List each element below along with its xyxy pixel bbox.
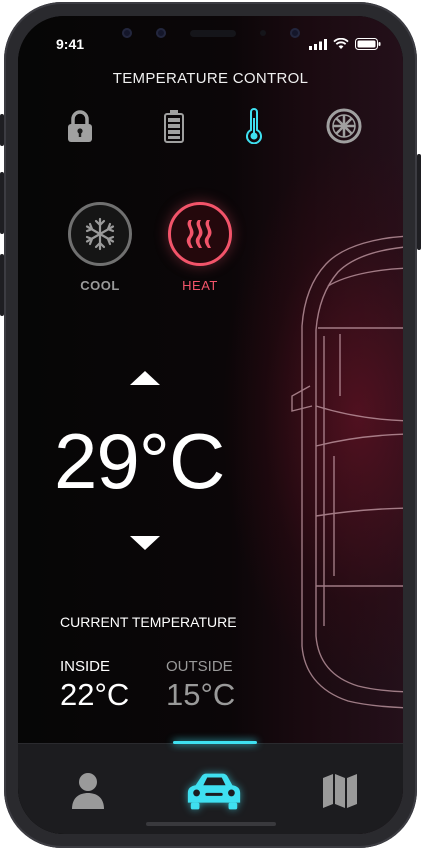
inside-value: 22°C <box>60 677 130 712</box>
volume-down-button <box>0 254 4 316</box>
outside-value: 15°C <box>166 677 236 712</box>
tab-car[interactable] <box>184 766 244 816</box>
heat-mode-ring <box>168 202 232 266</box>
car-outline-image <box>291 235 403 709</box>
volume-up-button <box>0 172 4 234</box>
lock-tab[interactable] <box>60 106 100 146</box>
snowflake-icon <box>85 217 115 251</box>
tab-profile[interactable] <box>58 766 118 816</box>
battery-tab[interactable] <box>154 106 194 146</box>
signal-icon <box>309 38 327 50</box>
thermometer-icon <box>246 108 262 144</box>
profile-icon <box>72 773 104 809</box>
lock-icon <box>68 110 92 142</box>
active-tab-indicator <box>173 741 257 744</box>
phone-frame: 9:41 TEMPERATURE CONTROL COOL HEAT 29°C … <box>0 2 421 848</box>
increase-temperature-button[interactable] <box>130 371 160 385</box>
wheel-tab[interactable] <box>324 106 364 146</box>
status-time: 9:41 <box>56 36 85 52</box>
map-icon <box>323 774 357 808</box>
status-bar: 9:41 <box>18 34 403 54</box>
cool-mode-ring <box>68 202 132 266</box>
power-button <box>417 154 421 250</box>
wifi-icon <box>333 38 349 49</box>
mute-switch <box>0 114 4 146</box>
wheel-icon <box>326 108 362 144</box>
tab-map[interactable] <box>310 766 370 816</box>
battery-icon <box>164 110 184 143</box>
category-icons <box>18 106 403 146</box>
screen: 9:41 TEMPERATURE CONTROL COOL HEAT 29°C … <box>18 16 403 834</box>
car-icon <box>187 773 241 810</box>
inside-temperature: INSIDE 22°C <box>60 658 129 713</box>
page-title: TEMPERATURE CONTROL <box>112 70 309 87</box>
temperature-tab[interactable] <box>234 106 274 146</box>
cool-mode-label: COOL <box>80 278 120 293</box>
outside-label: OUTSIDE <box>166 658 233 675</box>
current-temperature-title: CURRENT TEMPERATURE <box>60 614 237 630</box>
inside-label: INSIDE <box>60 658 111 675</box>
cool-mode-button[interactable]: COOL <box>68 202 132 293</box>
decrease-temperature-button[interactable] <box>130 536 160 550</box>
battery-status-icon <box>355 38 381 50</box>
home-indicator <box>146 822 276 826</box>
heat-mode-label: HEAT <box>182 278 218 293</box>
setpoint-temperature: 29°C <box>54 417 225 505</box>
tab-bar <box>18 741 403 834</box>
heat-mode-button[interactable]: HEAT <box>168 202 232 293</box>
status-icons <box>309 38 381 50</box>
heat-waves-icon <box>186 220 212 248</box>
outside-temperature: OUTSIDE 15°C <box>166 658 235 713</box>
